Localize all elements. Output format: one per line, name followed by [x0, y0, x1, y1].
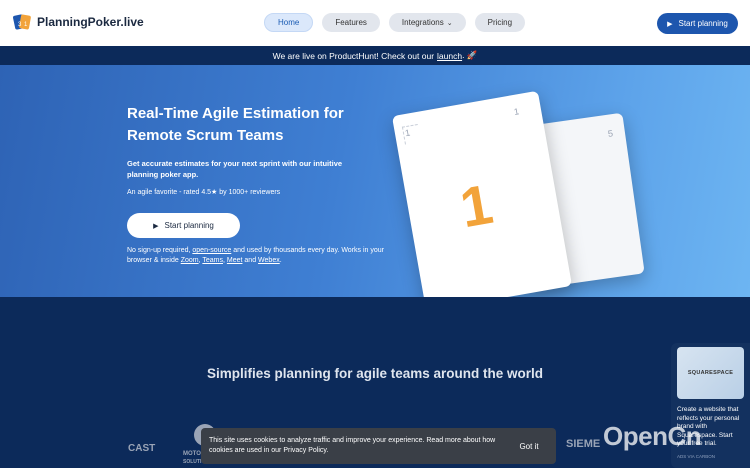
- teams-link[interactable]: Teams: [202, 257, 223, 264]
- main-nav: Home Features Integrations ⌄ Pricing: [264, 13, 526, 32]
- hero-rating: An agile favorite - rated 4.5★ by 1000+ …: [127, 189, 281, 196]
- ad-attribution[interactable]: ADS VIA CARBON: [677, 454, 715, 459]
- hero-note: No sign-up required, open-source and use…: [127, 247, 384, 264]
- nav-home[interactable]: Home: [264, 13, 314, 32]
- nav-home-label: Home: [278, 18, 300, 27]
- note-prefix: No sign-up required,: [127, 247, 191, 254]
- cards-logo-icon: 3 1: [13, 14, 31, 30]
- zoom-link[interactable]: Zoom: [181, 257, 199, 264]
- header-start-planning-button[interactable]: ▶ Start planning: [657, 13, 738, 34]
- launch-link[interactable]: launch: [437, 51, 462, 61]
- hero-subtitle: Get accurate estimates for your next spr…: [127, 159, 343, 179]
- hero-start-planning-button[interactable]: ▶ Start planning: [127, 213, 240, 238]
- logo-moto: MOTO: [183, 451, 201, 457]
- announcement-bar: We are live on ProductHunt! Check out ou…: [0, 46, 750, 65]
- open-source-link[interactable]: open-source: [192, 247, 231, 254]
- play-icon: ▶: [667, 20, 673, 28]
- brand-name: PlanningPoker.live: [37, 15, 144, 29]
- logo-siemens: SIEME: [566, 438, 601, 450]
- card-five-small-number: 5: [607, 128, 614, 139]
- site-header: 3 1 PlanningPoker.live Home Features Int…: [0, 0, 750, 46]
- cookie-accept-button[interactable]: Got it: [510, 436, 548, 456]
- cookie-banner: This site uses cookies to analyze traffi…: [201, 428, 556, 464]
- card-one-big-number: 1: [455, 171, 498, 240]
- watermark: OpenCn: [603, 421, 702, 451]
- nav-integrations[interactable]: Integrations ⌄: [388, 13, 466, 32]
- hero-title: Real-Time Agile Estimation for Remote Sc…: [127, 105, 344, 144]
- nav-pricing[interactable]: Pricing: [474, 13, 526, 32]
- play-icon: ▶: [153, 222, 159, 230]
- card-one-corner-number: 1: [513, 106, 520, 118]
- nav-integrations-label: Integrations: [401, 18, 444, 27]
- ad-logo: SQUARESPACE: [687, 370, 734, 376]
- nav-features[interactable]: Features: [322, 13, 380, 32]
- note-end: .: [279, 257, 282, 264]
- announcement-text: We are live on ProductHunt! Check out ou…: [272, 50, 435, 61]
- webex-link[interactable]: Webex: [258, 257, 280, 264]
- hero-cta-label: Start planning: [164, 221, 214, 230]
- note-and: and: [244, 257, 257, 264]
- announcement-suffix: . 🚀: [462, 50, 478, 60]
- customers-title: Simplifies planning for agile teams arou…: [206, 366, 544, 381]
- logo[interactable]: 3 1 PlanningPoker.live: [12, 12, 144, 32]
- header-cta-label: Start planning: [678, 19, 728, 28]
- ad-image[interactable]: SQUARESPACE: [677, 347, 744, 399]
- nav-features-label: Features: [335, 18, 367, 27]
- logo-cast: CAST: [128, 443, 156, 454]
- cookie-text: This site uses cookies to analyze traffi…: [209, 437, 496, 454]
- meet-link[interactable]: Meet: [227, 257, 243, 264]
- chevron-down-icon: ⌄: [446, 19, 453, 27]
- nav-pricing-label: Pricing: [487, 18, 513, 27]
